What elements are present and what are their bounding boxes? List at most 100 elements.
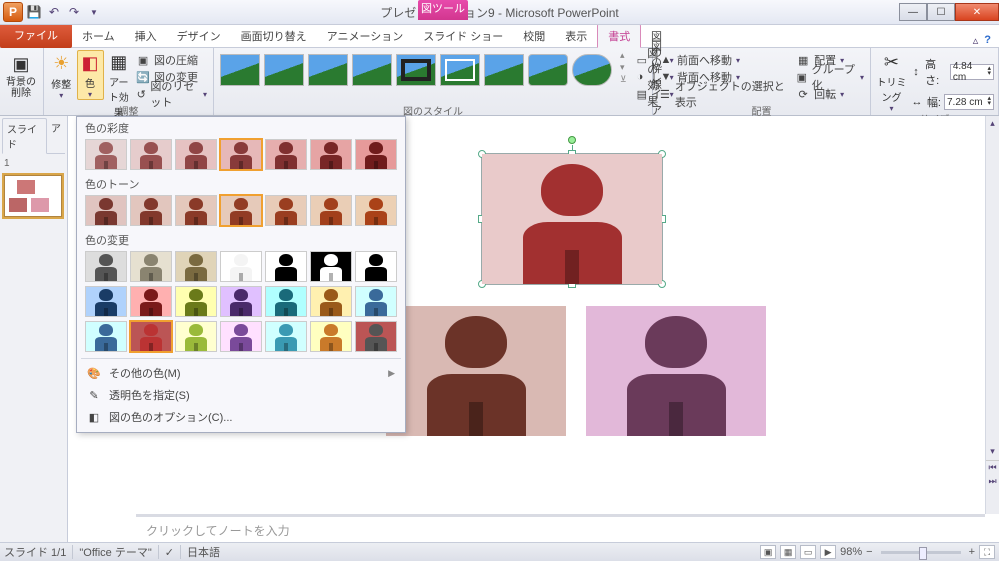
sorter-view-button[interactable]: ▦ bbox=[780, 545, 796, 559]
crop-button[interactable]: ✂トリミング▾ bbox=[875, 50, 908, 100]
gallery-more-icon[interactable]: ⊻ bbox=[620, 74, 627, 85]
artistic-effects-button[interactable]: ▦アート効果▾ bbox=[106, 50, 133, 100]
slide-image-1[interactable] bbox=[482, 154, 662, 284]
redo-icon[interactable]: ↷ bbox=[65, 3, 83, 21]
color-variation-thumb[interactable] bbox=[265, 286, 307, 317]
color-variation-thumb[interactable] bbox=[355, 286, 397, 317]
color-options-item[interactable]: ◧図の色のオプション(C)... bbox=[77, 406, 405, 428]
scroll-up-icon[interactable]: ▴ bbox=[986, 116, 999, 130]
color-variation-thumb[interactable] bbox=[220, 251, 262, 282]
color-variation-thumb[interactable] bbox=[130, 251, 172, 282]
color-variation-thumb[interactable] bbox=[175, 139, 217, 170]
color-variation-thumb[interactable] bbox=[265, 139, 307, 170]
rotation-handle[interactable] bbox=[568, 136, 576, 144]
color-variation-thumb[interactable] bbox=[85, 321, 127, 352]
zoom-slider[interactable] bbox=[881, 551, 961, 554]
tab-review[interactable]: 校閲 bbox=[513, 24, 555, 47]
color-variation-thumb[interactable] bbox=[310, 139, 352, 170]
color-variation-thumb[interactable] bbox=[175, 251, 217, 282]
next-slide-icon[interactable]: ⏭ bbox=[986, 474, 999, 488]
color-variation-thumb[interactable] bbox=[175, 321, 217, 352]
vertical-scrollbar[interactable]: ▴ ▾ ⏮ ⏭ bbox=[985, 116, 999, 514]
color-variation-thumb[interactable] bbox=[220, 195, 262, 226]
tab-insert[interactable]: 挿入 bbox=[125, 24, 167, 47]
color-variation-thumb[interactable] bbox=[175, 195, 217, 226]
picture-style-thumb[interactable] bbox=[220, 54, 260, 86]
picture-style-thumb[interactable] bbox=[396, 54, 436, 86]
zoom-level[interactable]: 98% bbox=[840, 546, 862, 558]
qat-dropdown-icon[interactable]: ▼ bbox=[85, 3, 103, 21]
color-variation-thumb[interactable] bbox=[265, 195, 307, 226]
color-variation-thumb[interactable] bbox=[220, 321, 262, 352]
save-icon[interactable]: 💾 bbox=[25, 3, 43, 21]
color-variation-thumb[interactable] bbox=[130, 139, 172, 170]
tab-animations[interactable]: アニメーション bbox=[317, 24, 414, 47]
fit-window-button[interactable]: ⛶ bbox=[979, 545, 995, 559]
color-variation-thumb[interactable] bbox=[220, 286, 262, 317]
color-variation-thumb[interactable] bbox=[355, 251, 397, 282]
zoom-in-button[interactable]: + bbox=[969, 546, 975, 558]
language-indicator[interactable]: 日本語 bbox=[187, 544, 220, 560]
color-variation-thumb[interactable] bbox=[310, 251, 352, 282]
color-button[interactable]: ◧色▾ bbox=[77, 50, 104, 100]
height-input[interactable]: 4.84 cm▴▾ bbox=[950, 64, 994, 80]
color-variation-thumb[interactable] bbox=[85, 139, 127, 170]
color-variation-thumb[interactable] bbox=[355, 321, 397, 352]
picture-style-thumb[interactable] bbox=[484, 54, 524, 86]
color-variation-thumb[interactable] bbox=[355, 139, 397, 170]
minimize-ribbon-icon[interactable]: ▵ bbox=[973, 34, 979, 47]
tab-design[interactable]: デザイン bbox=[167, 24, 231, 47]
picture-style-thumb[interactable] bbox=[308, 54, 348, 86]
color-variation-thumb[interactable] bbox=[220, 139, 262, 170]
slide-thumbnail-1[interactable] bbox=[4, 175, 62, 217]
color-variation-thumb[interactable] bbox=[175, 286, 217, 317]
color-variation-thumb[interactable] bbox=[130, 286, 172, 317]
set-transparent-item[interactable]: ✎透明色を指定(S) bbox=[77, 384, 405, 406]
reading-view-button[interactable]: ▭ bbox=[800, 545, 816, 559]
slideshow-view-button[interactable]: ▶ bbox=[820, 545, 836, 559]
tab-format[interactable]: 書式 bbox=[597, 23, 641, 48]
color-variation-thumb[interactable] bbox=[265, 321, 307, 352]
minimize-button[interactable]: — bbox=[899, 3, 927, 21]
width-input[interactable]: 7.28 cm▴▾ bbox=[944, 94, 994, 110]
gallery-up-icon[interactable]: ▴ bbox=[620, 50, 627, 61]
color-variation-thumb[interactable] bbox=[310, 195, 352, 226]
color-variation-thumb[interactable] bbox=[265, 251, 307, 282]
color-variation-thumb[interactable] bbox=[85, 195, 127, 226]
tab-file[interactable]: ファイル bbox=[0, 22, 72, 48]
color-variation-thumb[interactable] bbox=[130, 195, 172, 226]
remove-background-button[interactable]: ▣背景の 削除 bbox=[4, 50, 38, 100]
picture-style-thumb[interactable] bbox=[352, 54, 392, 86]
gallery-down-icon[interactable]: ▾ bbox=[620, 62, 627, 73]
picture-styles-gallery[interactable] bbox=[218, 50, 614, 90]
group-button[interactable]: ▣グループ化▾ bbox=[794, 69, 866, 85]
color-variation-thumb[interactable] bbox=[130, 321, 172, 352]
selection-pane-button[interactable]: ☰オブジェクトの選択と表示 bbox=[657, 86, 788, 102]
slide-image-2[interactable] bbox=[386, 306, 566, 436]
color-variation-thumb[interactable] bbox=[310, 321, 352, 352]
reset-picture-button[interactable]: ↺図のリセット▾ bbox=[134, 86, 209, 102]
help-icon[interactable]: ? bbox=[984, 34, 991, 47]
tab-view[interactable]: 表示 bbox=[555, 24, 597, 47]
thumbnail-tab-outline[interactable]: ア bbox=[47, 118, 65, 153]
color-variation-thumb[interactable] bbox=[85, 286, 127, 317]
close-button[interactable]: ✕ bbox=[955, 3, 999, 21]
spellcheck-icon[interactable]: ✓ bbox=[165, 546, 174, 559]
thumbnail-tab-slides[interactable]: スライド bbox=[2, 118, 47, 154]
picture-style-thumb[interactable] bbox=[528, 54, 568, 86]
maximize-button[interactable]: ☐ bbox=[927, 3, 955, 21]
compress-pictures-button[interactable]: ▣図の圧縮 bbox=[134, 52, 209, 68]
undo-icon[interactable]: ↶ bbox=[45, 3, 63, 21]
picture-style-thumb[interactable] bbox=[572, 54, 612, 86]
prev-slide-icon[interactable]: ⏮ bbox=[986, 460, 999, 474]
normal-view-button[interactable]: ▣ bbox=[760, 545, 776, 559]
color-variation-thumb[interactable] bbox=[355, 195, 397, 226]
picture-style-thumb[interactable] bbox=[264, 54, 304, 86]
color-variation-thumb[interactable] bbox=[85, 251, 127, 282]
tab-slideshow[interactable]: スライド ショー bbox=[413, 24, 513, 47]
tab-transitions[interactable]: 画面切り替え bbox=[231, 24, 317, 47]
corrections-button[interactable]: ☀修整▾ bbox=[48, 50, 75, 100]
notes-pane[interactable]: クリックしてノートを入力 bbox=[136, 514, 985, 542]
more-colors-item[interactable]: 🎨その他の色(M)▶ bbox=[77, 362, 405, 384]
scroll-down-icon[interactable]: ▾ bbox=[986, 444, 999, 458]
